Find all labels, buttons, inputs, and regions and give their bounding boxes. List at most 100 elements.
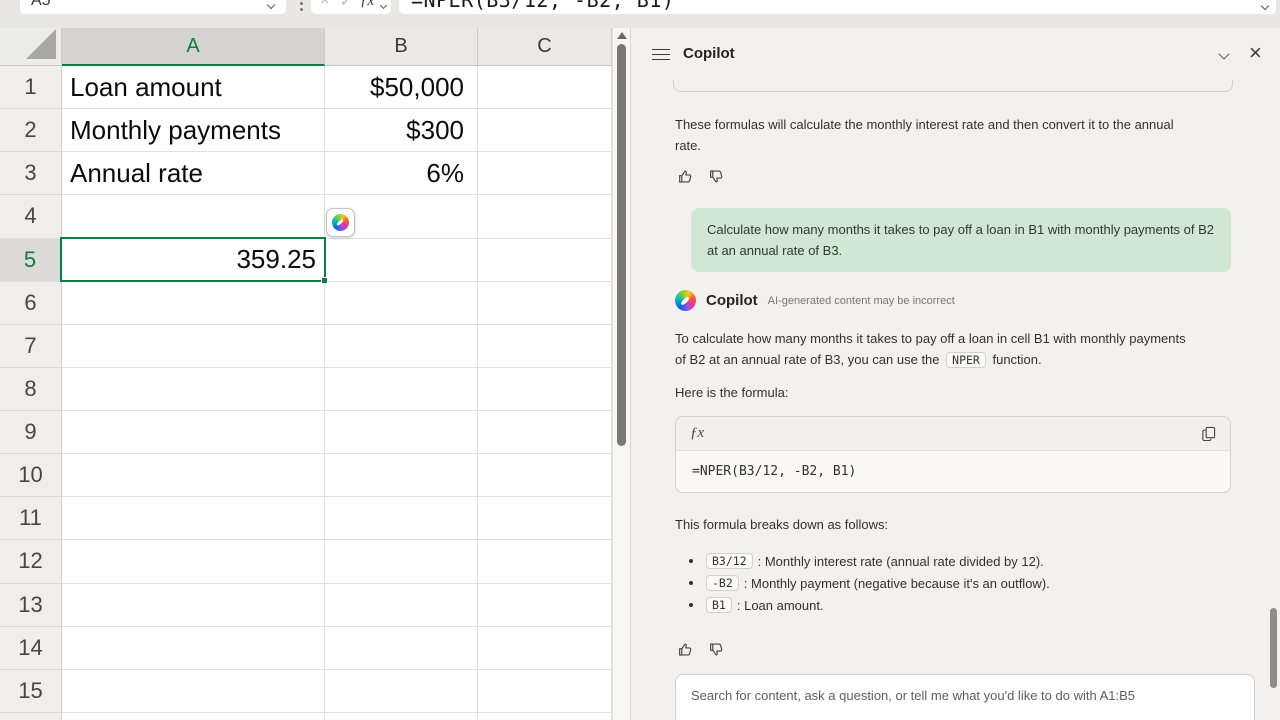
cell-C11[interactable] — [478, 497, 612, 541]
cell-C13[interactable] — [478, 583, 612, 627]
cell-A15[interactable] — [62, 669, 325, 713]
copy-icon[interactable] — [1201, 426, 1216, 441]
row-header-6[interactable]: 6 — [0, 281, 62, 325]
cell-A10[interactable] — [62, 454, 325, 498]
cell-C5[interactable] — [478, 238, 612, 282]
row-header-13[interactable]: 13 — [0, 583, 62, 627]
formula-bar-input[interactable]: =NPER(B3/12, -B2, B1) — [399, 0, 1276, 14]
excel-window: A5 × ✓ ƒx =NPER(B3/12, -B2, B1) A B C 1L… — [0, 0, 1280, 720]
grid-row-4: 4 — [0, 195, 612, 239]
row-header-1[interactable]: 1 — [0, 66, 62, 110]
cell-C15[interactable] — [478, 669, 612, 713]
collapse-chevron-icon[interactable] — [1218, 48, 1230, 60]
cell-B11[interactable] — [325, 497, 478, 541]
cell-A8[interactable] — [62, 367, 325, 411]
thumbs-down-icon[interactable] — [708, 168, 725, 185]
response-paragraph: To calculate how many months it takes to… — [675, 328, 1199, 371]
chevron-down-icon[interactable] — [379, 1, 388, 10]
chevron-down-icon[interactable] — [266, 0, 276, 10]
cell-A13[interactable] — [62, 583, 325, 627]
cell-B5[interactable] — [325, 238, 478, 282]
cell-A11[interactable] — [62, 497, 325, 541]
insert-function-icon[interactable]: ƒx — [360, 0, 374, 18]
cell-A2[interactable]: Monthly payments — [62, 109, 325, 153]
select-all-corner[interactable] — [0, 28, 62, 66]
cell-B13[interactable] — [325, 583, 478, 627]
cell-C7[interactable] — [478, 324, 612, 368]
cell-B14[interactable] — [325, 626, 478, 670]
thumbs-up-icon[interactable] — [677, 168, 694, 185]
cell-C16[interactable] — [478, 712, 612, 720]
cell-A6[interactable] — [62, 281, 325, 325]
scroll-up-arrow-icon[interactable] — [617, 32, 627, 39]
row-header-8[interactable]: 8 — [0, 367, 62, 411]
thumbs-down-icon[interactable] — [708, 641, 725, 658]
cell-A9[interactable] — [62, 411, 325, 455]
cell-B16[interactable] — [325, 712, 478, 720]
name-box[interactable]: A5 — [20, 0, 286, 14]
cell-B7[interactable] — [325, 324, 478, 368]
cell-C12[interactable] — [478, 540, 612, 584]
row-header-16[interactable] — [0, 712, 62, 720]
cell-B6[interactable] — [325, 281, 478, 325]
cell-C8[interactable] — [478, 367, 612, 411]
row-header-3[interactable]: 3 — [0, 152, 62, 196]
response-text-post: function. — [992, 352, 1042, 367]
cell-A3[interactable]: Annual rate — [62, 152, 325, 196]
row-header-7[interactable]: 7 — [0, 324, 62, 368]
cell-B1[interactable]: $50,000 — [325, 66, 478, 110]
grid-row-12: 12 — [0, 540, 612, 584]
copilot-panel: Copilot × These formulas will calculate … — [630, 28, 1280, 720]
cell-C2[interactable] — [478, 109, 612, 153]
bullet-icon — [689, 559, 693, 563]
close-icon[interactable]: × — [1249, 28, 1262, 78]
copilot-input[interactable] — [691, 688, 1239, 703]
cell-A14[interactable] — [62, 626, 325, 670]
thumbs-up-icon[interactable] — [677, 641, 694, 658]
cell-A7[interactable] — [62, 324, 325, 368]
cell-C1[interactable] — [478, 66, 612, 110]
row-header-15[interactable]: 15 — [0, 669, 62, 713]
cell-B8[interactable] — [325, 367, 478, 411]
cell-C3[interactable] — [478, 152, 612, 196]
sheet-vertical-scrollbar[interactable] — [612, 28, 630, 720]
cell-C10[interactable] — [478, 454, 612, 498]
cancel-icon[interactable]: × — [320, 0, 329, 18]
row-header-12[interactable]: 12 — [0, 540, 62, 584]
column-header-b[interactable]: B — [325, 28, 478, 66]
row-header-14[interactable]: 14 — [0, 626, 62, 670]
row-header-4[interactable]: 4 — [0, 195, 62, 239]
panel-scrollbar-thumb[interactable] — [1270, 608, 1277, 688]
column-header-a[interactable]: A — [62, 28, 325, 66]
cell-C14[interactable] — [478, 626, 612, 670]
cell-C9[interactable] — [478, 411, 612, 455]
formula-card: ƒx =NPER(B3/12, -B2, B1) — [675, 416, 1231, 493]
row-header-5[interactable]: 5 — [0, 238, 62, 282]
enter-icon[interactable]: ✓ — [340, 0, 352, 18]
separator-dot — [300, 8, 303, 11]
cell-B15[interactable] — [325, 669, 478, 713]
cell-A4[interactable] — [62, 195, 325, 239]
cell-A16[interactable] — [62, 712, 325, 720]
cell-C4[interactable] — [478, 195, 612, 239]
cell-B2[interactable]: $300 — [325, 109, 478, 153]
cell-C6[interactable] — [478, 281, 612, 325]
row-header-11[interactable]: 11 — [0, 497, 62, 541]
cell-A1[interactable]: Loan amount — [62, 66, 325, 110]
column-header-c[interactable]: C — [478, 28, 612, 66]
cell-A12[interactable] — [62, 540, 325, 584]
formula-bar-expand-icon[interactable] — [1260, 1, 1270, 11]
menu-icon[interactable] — [652, 49, 670, 60]
cell-B12[interactable] — [325, 540, 478, 584]
row-header-10[interactable]: 10 — [0, 454, 62, 498]
scrollbar-thumb[interactable] — [617, 44, 626, 446]
grid-row-15: 15 — [0, 669, 612, 713]
cell-copilot-button[interactable] — [326, 208, 355, 237]
fx-icon: ƒx — [690, 425, 705, 441]
cell-B10[interactable] — [325, 454, 478, 498]
cell-A5[interactable]: 359.25 — [62, 238, 325, 282]
row-header-2[interactable]: 2 — [0, 109, 62, 153]
cell-B3[interactable]: 6% — [325, 152, 478, 196]
row-header-9[interactable]: 9 — [0, 411, 62, 455]
cell-B9[interactable] — [325, 411, 478, 455]
